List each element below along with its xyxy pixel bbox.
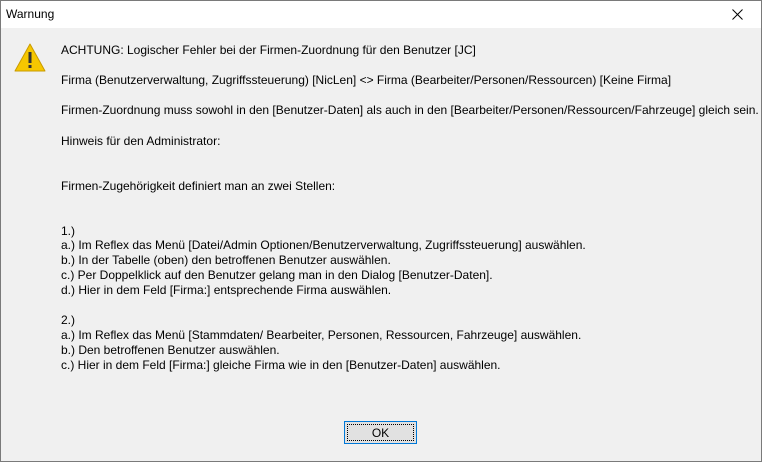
message-detail: Firma (Benutzerverwaltung, Zugriffssteue… — [61, 73, 672, 87]
section-1-step: c.) Per Doppelklick auf den Benutzer gel… — [61, 268, 493, 282]
dialog-content: ACHTUNG: Logischer Fehler bei der Firmen… — [1, 28, 761, 461]
section-2-step: c.) Hier in dem Feld [Firma:] gleiche Fi… — [61, 358, 501, 372]
admin-hint: Hinweis für den Administrator: — [61, 134, 221, 148]
message-requirement: Firmen-Zuordnung muss sowohl in den [Ben… — [61, 103, 759, 117]
close-button[interactable] — [715, 1, 761, 28]
title-bar[interactable]: Warnung — [1, 1, 761, 28]
ok-button[interactable]: OK — [344, 421, 417, 444]
warning-icon — [14, 43, 46, 72]
section-2-step: a.) Im Reflex das Menü [Stammdaten/ Bear… — [61, 328, 582, 342]
close-icon — [732, 9, 743, 20]
ok-button-label: OK — [371, 426, 390, 440]
warning-dialog: Warnung ACHTUNG: Logischer Fehler bei de… — [0, 0, 762, 462]
intro-text: Firmen-Zugehörigkeit definiert man an zw… — [61, 179, 336, 193]
section-2-step: b.) Den betroffenen Benutzer auswählen. — [61, 343, 280, 357]
section-1-number: 1.) — [61, 224, 76, 238]
section-2-number: 2.) — [61, 313, 76, 327]
section-1-step: a.) Im Reflex das Menü [Datei/Admin Opti… — [61, 238, 586, 252]
message-headline: ACHTUNG: Logischer Fehler bei der Firmen… — [61, 43, 476, 57]
section-1-step: b.) In der Tabelle (oben) den betroffene… — [61, 253, 391, 267]
section-1-step: d.) Hier in dem Feld [Firma:] entspreche… — [61, 283, 392, 297]
window-title: Warnung — [6, 7, 55, 21]
